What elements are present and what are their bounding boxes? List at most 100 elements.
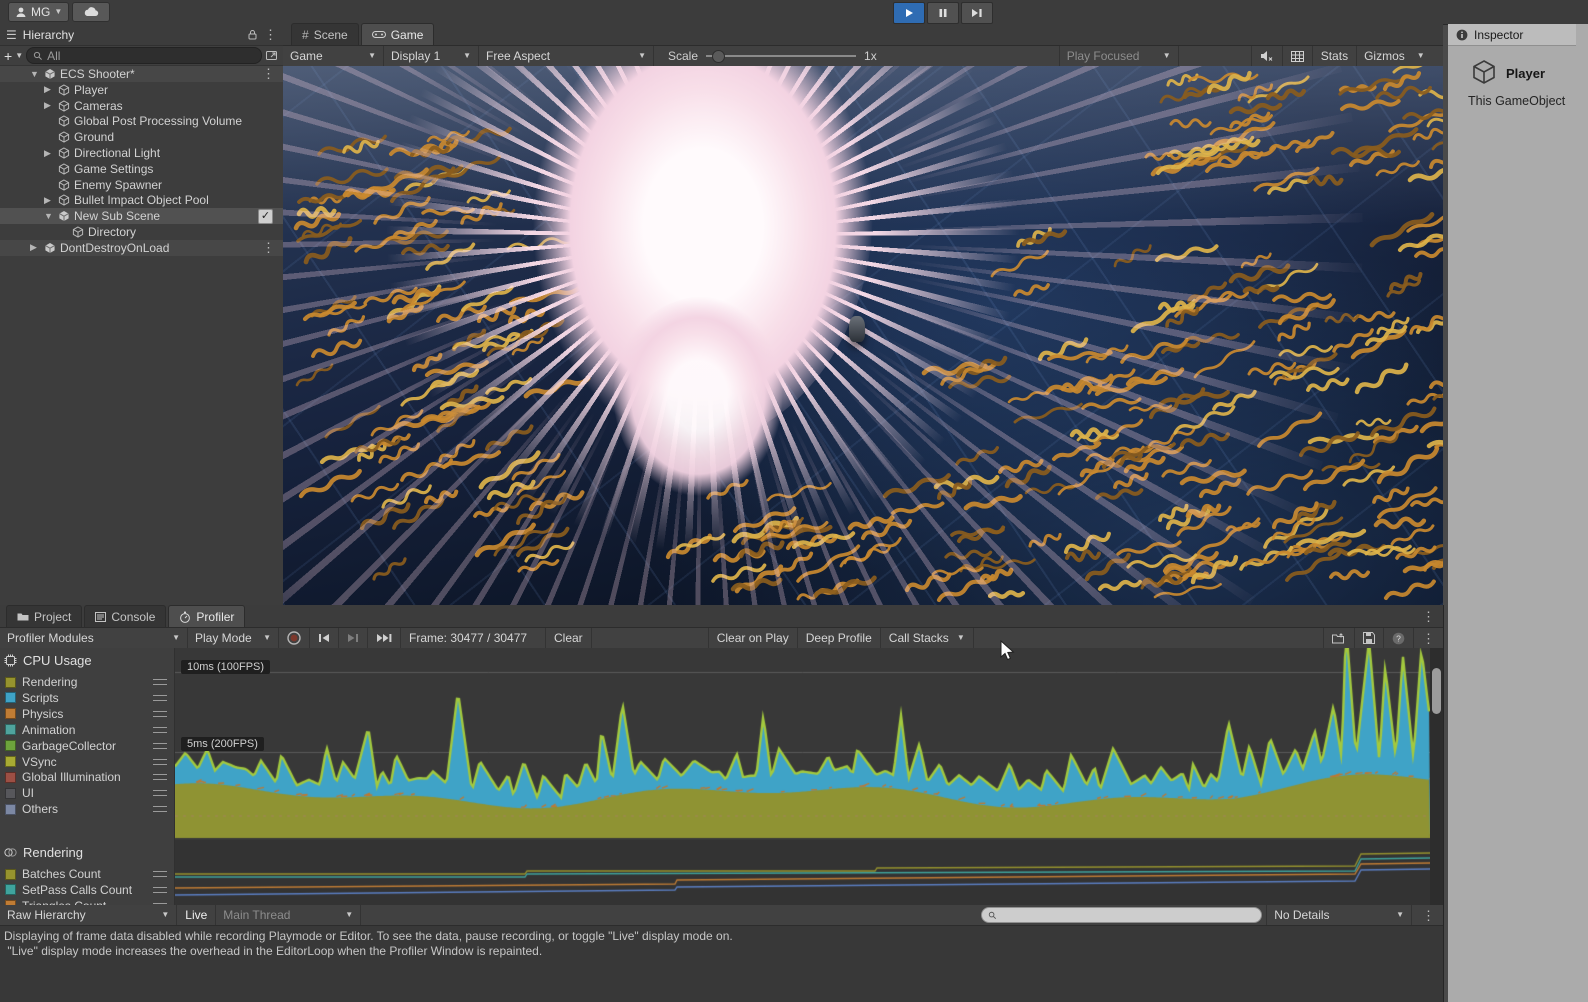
chart-scrollbar-thumb[interactable]	[1432, 668, 1441, 714]
record-button[interactable]	[279, 628, 310, 648]
create-dropdown-icon[interactable]: ▼	[15, 52, 23, 60]
pause-button[interactable]	[927, 2, 959, 24]
cpu-legend-ui[interactable]: UI	[0, 785, 175, 801]
live-toggle[interactable]: Live	[177, 905, 216, 925]
rendering-sidebar[interactable]: Rendering Batches CountSetPass Calls Cou…	[0, 840, 175, 905]
mute-audio-button[interactable]	[1251, 46, 1283, 66]
hierarchy-search-input[interactable]: All	[26, 47, 262, 64]
legend-drag-handle[interactable]	[153, 679, 167, 685]
deep-profile-button[interactable]: Deep Profile	[798, 628, 881, 648]
legend-drag-handle[interactable]	[153, 695, 167, 701]
scale-slider[interactable]	[706, 46, 856, 66]
hierarchy-item-new-sub-scene[interactable]: ▼New Sub Scene✓	[0, 208, 283, 224]
details-view-dropdown[interactable]: No Details▼	[1266, 905, 1412, 925]
foldout-open-icon[interactable]: ▼	[44, 211, 53, 221]
save-profile-button[interactable]	[1355, 628, 1384, 648]
bottom-kebab-menu[interactable]: ⋮	[1422, 610, 1435, 623]
last-frame-button[interactable]	[368, 628, 401, 648]
hierarchy-item-bullet-impact-object-pool[interactable]: ▶Bullet Impact Object Pool	[0, 192, 283, 208]
legend-drag-handle[interactable]	[153, 887, 167, 893]
play-button[interactable]	[893, 2, 925, 24]
details-kebab-menu[interactable]: ⋮	[1414, 905, 1443, 925]
thread-dropdown[interactable]: Main Thread▼	[216, 905, 361, 925]
profiler-target-dropdown[interactable]: Play Mode▼	[188, 628, 279, 648]
cpu-legend-physics[interactable]: Physics	[0, 706, 175, 722]
step-button[interactable]	[961, 2, 993, 24]
cpu-legend-global-illumination[interactable]: Global Illumination	[0, 769, 175, 785]
legend-drag-handle[interactable]	[153, 711, 167, 717]
tab-inspector[interactable]: Inspector	[1448, 24, 1576, 46]
hierarchy-item-player[interactable]: ▶Player	[0, 82, 283, 98]
gizmos-dropdown[interactable]: Gizmos▼	[1357, 46, 1432, 66]
hierarchy-item-ecs-shooter[interactable]: ▼ECS Shooter*⋮	[0, 66, 283, 82]
legend-drag-handle[interactable]	[153, 727, 167, 733]
lock-icon[interactable]	[247, 29, 258, 40]
rendering-legend-setpass-calls-count[interactable]: SetPass Calls Count	[0, 882, 175, 898]
chart-scrollbar[interactable]	[1430, 648, 1443, 905]
tab-project[interactable]: Project	[6, 605, 82, 627]
legend-drag-handle[interactable]	[153, 790, 167, 796]
hierarchy-header[interactable]: ☰ Hierarchy ⋮	[0, 24, 283, 46]
cpu-legend-rendering[interactable]: Rendering	[0, 674, 175, 690]
cpu-legend-vsync[interactable]: VSync	[0, 754, 175, 770]
next-frame-button[interactable]	[339, 628, 368, 648]
profiler-modules-dropdown[interactable]: Profiler Modules▼	[0, 628, 188, 648]
item-kebab-menu[interactable]: ⋮	[262, 241, 275, 254]
tab-scene[interactable]: # Scene	[291, 23, 359, 45]
legend-drag-handle[interactable]	[153, 806, 167, 812]
cpu-usage-chart[interactable]	[175, 648, 1430, 840]
cpu-usage-sidebar[interactable]: CPU Usage RenderingScriptsPhysicsAnimati…	[0, 648, 175, 840]
hierarchy-item-dontdestroyonload[interactable]: ▶DontDestroyOnLoad⋮	[0, 240, 283, 256]
call-stacks-button[interactable]: Call Stacks▼	[881, 628, 974, 648]
details-search-input[interactable]	[981, 907, 1262, 923]
first-frame-button[interactable]	[310, 628, 339, 648]
item-kebab-menu[interactable]: ⋮	[262, 67, 275, 80]
foldout-closed-icon[interactable]: ▶	[30, 242, 37, 253]
open-search-window-icon[interactable]	[265, 49, 279, 62]
tab-console[interactable]: Console	[84, 605, 166, 627]
subscene-checkbox[interactable]: ✓	[258, 209, 273, 224]
hierarchy-item-directional-light[interactable]: ▶Directional Light	[0, 145, 283, 161]
rendering-header[interactable]: Rendering	[0, 842, 175, 862]
play-focused-dropdown[interactable]: Play Focused▼	[1059, 46, 1179, 66]
hierarchy-item-ground[interactable]: Ground	[0, 129, 283, 145]
help-button[interactable]: ?	[1384, 628, 1414, 648]
legend-drag-handle[interactable]	[153, 871, 167, 877]
load-profile-button[interactable]	[1323, 628, 1355, 648]
hierarchy-kebab-menu[interactable]: ⋮	[264, 28, 277, 41]
rendering-chart[interactable]	[175, 840, 1430, 905]
cpu-legend-animation[interactable]: Animation	[0, 722, 175, 738]
foldout-closed-icon[interactable]: ▶	[44, 148, 51, 159]
tab-game[interactable]: Game	[361, 23, 435, 45]
foldout-open-icon[interactable]: ▼	[30, 69, 39, 79]
cloud-services-button[interactable]	[72, 2, 110, 22]
cpu-usage-header[interactable]: CPU Usage	[0, 650, 175, 670]
profiler-kebab-menu[interactable]: ⋮	[1414, 628, 1443, 648]
game-viewport[interactable]	[283, 66, 1443, 605]
foldout-closed-icon[interactable]: ▶	[44, 195, 51, 206]
clear-button[interactable]: Clear	[546, 628, 592, 648]
account-dropdown[interactable]: MG ▼	[8, 2, 69, 22]
create-object-button[interactable]: +	[4, 48, 12, 64]
display-dropdown[interactable]: Display 1▼	[384, 46, 479, 66]
cpu-legend-scripts[interactable]: Scripts	[0, 690, 175, 706]
hierarchy-item-directory[interactable]: Directory	[0, 224, 283, 240]
stats-button[interactable]: Stats	[1313, 46, 1357, 66]
hierarchy-item-enemy-spawner[interactable]: Enemy Spawner	[0, 177, 283, 193]
legend-drag-handle[interactable]	[153, 774, 167, 780]
hierarchy-item-game-settings[interactable]: Game Settings	[0, 161, 283, 177]
cpu-legend-garbagecollector[interactable]: GarbageCollector	[0, 738, 175, 754]
display-target-dropdown[interactable]: Game▼	[283, 46, 384, 66]
vsync-grid-button[interactable]	[1283, 46, 1313, 66]
legend-drag-handle[interactable]	[153, 743, 167, 749]
hierarchy-item-cameras[interactable]: ▶Cameras	[0, 98, 283, 114]
rendering-legend-batches-count[interactable]: Batches Count	[0, 866, 175, 882]
clear-on-play-button[interactable]: Clear on Play	[708, 628, 798, 648]
hierarchy-item-global-post-processing-volume[interactable]: Global Post Processing Volume	[0, 113, 283, 129]
tab-profiler[interactable]: Profiler	[168, 605, 245, 627]
view-mode-dropdown[interactable]: Raw Hierarchy▼	[0, 905, 177, 925]
scale-slider-knob[interactable]	[712, 50, 725, 63]
cpu-legend-others[interactable]: Others	[0, 801, 175, 817]
legend-drag-handle[interactable]	[153, 759, 167, 765]
aspect-dropdown[interactable]: Free Aspect▼	[479, 46, 654, 66]
